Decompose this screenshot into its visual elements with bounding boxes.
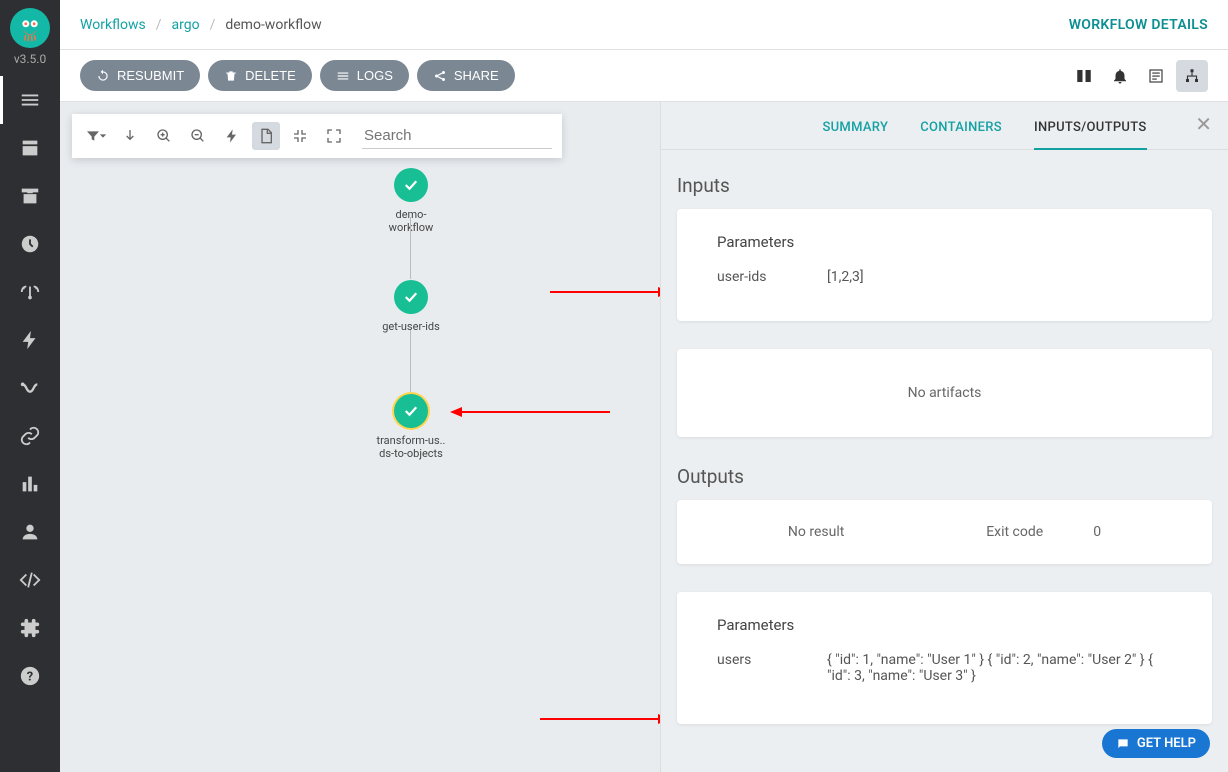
outputs-heading: Outputs bbox=[677, 465, 1212, 488]
breadcrumb-workflows[interactable]: Workflows bbox=[80, 17, 146, 33]
annotation-arrow bbox=[450, 402, 610, 422]
breadcrumb-sep: / bbox=[156, 17, 162, 33]
nav-api-icon[interactable] bbox=[0, 556, 60, 604]
direction-icon[interactable] bbox=[116, 122, 144, 150]
resubmit-label: RESUBMIT bbox=[117, 68, 184, 83]
nav-plugins-icon[interactable] bbox=[0, 604, 60, 652]
breadcrumb-sep: / bbox=[210, 17, 216, 33]
inputs-params-card: Parameters user-ids [1,2,3] bbox=[677, 209, 1212, 321]
nav-events-icon[interactable] bbox=[0, 316, 60, 364]
no-result-label: No result bbox=[788, 524, 844, 540]
node-get-user-ids[interactable]: get-user-ids bbox=[376, 280, 446, 333]
nav-sensors-icon[interactable] bbox=[0, 268, 60, 316]
logs-button[interactable]: LOGS bbox=[320, 60, 409, 91]
delete-label: DELETE bbox=[245, 68, 296, 83]
logs-label: LOGS bbox=[357, 68, 393, 83]
result-card: No result Exit code 0 bbox=[677, 500, 1212, 564]
resubmit-button[interactable]: RESUBMIT bbox=[80, 60, 200, 91]
node-transform[interactable]: transform-us.. ds-to-objects bbox=[370, 394, 452, 460]
nav-cron-icon[interactable] bbox=[0, 220, 60, 268]
node-status-icon bbox=[394, 280, 428, 314]
speed-icon[interactable] bbox=[218, 122, 246, 150]
no-artifacts-label: No artifacts bbox=[717, 373, 1172, 413]
get-help-label: GET HELP bbox=[1137, 736, 1196, 751]
node-label: transform-us.. ds-to-objects bbox=[370, 434, 452, 460]
actionbar: RESUBMIT DELETE LOGS SHARE bbox=[60, 50, 1228, 102]
nav-templates-icon[interactable] bbox=[0, 124, 60, 172]
annotation-arrow bbox=[540, 709, 670, 729]
delete-button[interactable]: DELETE bbox=[208, 60, 312, 91]
get-help-button[interactable]: GET HELP bbox=[1102, 729, 1210, 758]
chat-icon bbox=[1116, 737, 1130, 751]
inputs-heading: Inputs bbox=[677, 174, 1212, 197]
zoom-out-icon[interactable] bbox=[184, 122, 212, 150]
svg-text:?: ? bbox=[27, 670, 33, 685]
param-row: users { "id": 1, "name": "User 1" } { "i… bbox=[717, 652, 1172, 684]
version-label: v3.5.0 bbox=[14, 52, 46, 66]
argo-logo bbox=[10, 8, 50, 48]
side-panel: ✕ SUMMARY CONTAINERS INPUTS/OUTPUTS Inpu… bbox=[660, 102, 1228, 772]
graph-toolbar bbox=[72, 114, 562, 158]
graph-area[interactable]: demo-workflow get-user-ids transform-us.… bbox=[60, 102, 660, 772]
panel-tabs: SUMMARY CONTAINERS INPUTS/OUTPUTS bbox=[661, 102, 1228, 150]
parameters-label: Parameters bbox=[717, 616, 1172, 634]
tab-io[interactable]: INPUTS/OUTPUTS bbox=[1034, 120, 1147, 149]
param-row: user-ids [1,2,3] bbox=[717, 269, 1172, 285]
nav-archived-icon[interactable] bbox=[0, 172, 60, 220]
outputs-params-card: Parameters users { "id": 1, "name": "Use… bbox=[677, 592, 1212, 724]
log-view-icon[interactable] bbox=[1140, 60, 1172, 92]
annotation-arrow bbox=[550, 282, 670, 302]
breadcrumb: Workflows / argo / demo-workflow bbox=[80, 17, 322, 33]
left-nav: v3.5.0 ? bbox=[0, 0, 60, 772]
tab-containers[interactable]: CONTAINERS bbox=[920, 120, 1002, 149]
param-value: { "id": 1, "name": "User 1" } { "id": 2,… bbox=[827, 652, 1172, 684]
tab-summary[interactable]: SUMMARY bbox=[822, 120, 888, 149]
nav-help-icon[interactable]: ? bbox=[0, 652, 60, 700]
exit-code-value: 0 bbox=[1093, 524, 1101, 540]
exit-code-label: Exit code bbox=[986, 524, 1043, 540]
nav-reports-icon[interactable] bbox=[0, 460, 60, 508]
graph-view-icon[interactable] bbox=[1176, 60, 1208, 92]
fullscreen-icon[interactable] bbox=[320, 122, 348, 150]
share-label: SHARE bbox=[454, 68, 499, 83]
filter-icon[interactable] bbox=[82, 122, 110, 150]
topbar: Workflows / argo / demo-workflow WORKFLO… bbox=[60, 0, 1228, 50]
artifacts-card: No artifacts bbox=[677, 349, 1212, 437]
parameters-label: Parameters bbox=[717, 233, 1172, 251]
search-input[interactable] bbox=[362, 123, 552, 149]
collapse-icon[interactable] bbox=[286, 122, 314, 150]
node-label: get-user-ids bbox=[376, 320, 446, 333]
columns-icon[interactable] bbox=[1068, 60, 1100, 92]
breadcrumb-current: demo-workflow bbox=[225, 17, 321, 33]
nav-link-icon[interactable] bbox=[0, 412, 60, 460]
notifications-icon[interactable] bbox=[1104, 60, 1136, 92]
zoom-in-icon[interactable] bbox=[150, 122, 178, 150]
breadcrumb-namespace[interactable]: argo bbox=[172, 17, 200, 33]
workflow-details-link[interactable]: WORKFLOW DETAILS bbox=[1069, 17, 1208, 33]
details-icon[interactable] bbox=[252, 122, 280, 150]
node-label: demo-workflow bbox=[376, 208, 446, 234]
param-value: [1,2,3] bbox=[827, 269, 864, 285]
node-status-icon bbox=[394, 168, 428, 202]
graph-edge bbox=[410, 330, 411, 392]
param-key: users bbox=[717, 652, 787, 684]
nav-workflows-icon[interactable] bbox=[0, 76, 60, 124]
param-key: user-ids bbox=[717, 269, 787, 285]
node-status-icon bbox=[394, 394, 428, 428]
share-button[interactable]: SHARE bbox=[417, 60, 515, 91]
nav-user-icon[interactable] bbox=[0, 508, 60, 556]
node-root[interactable]: demo-workflow bbox=[376, 168, 446, 234]
graph-edge bbox=[410, 217, 411, 279]
nav-eventflow-icon[interactable] bbox=[0, 364, 60, 412]
